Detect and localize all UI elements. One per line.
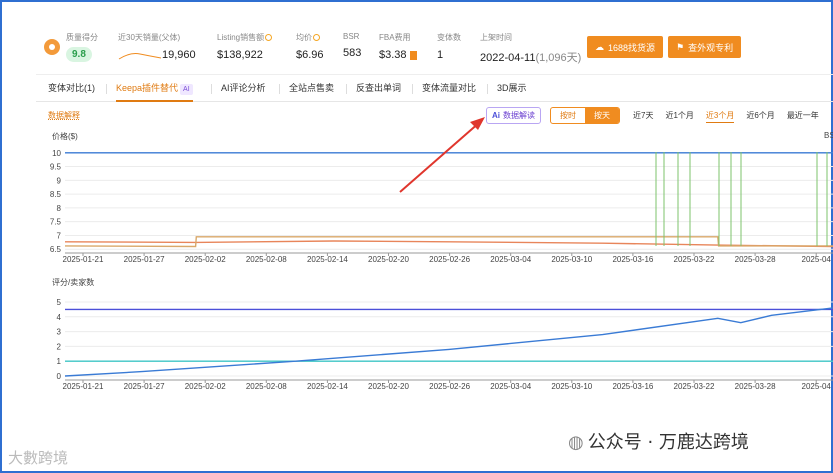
watermark-right: ◍ 公众号 · 万鹿达跨境 bbox=[568, 432, 749, 453]
chart1-xtick: 2025-03-10 bbox=[551, 255, 592, 264]
chart1-ytick: 9 bbox=[57, 176, 62, 185]
chart1-ytick: 6.5 bbox=[50, 245, 62, 254]
chart1-xtick: 2025-04 bbox=[802, 255, 832, 264]
chart2-xtick: 2025-02-02 bbox=[185, 382, 226, 391]
chart2-xtick: 2025-04 bbox=[802, 382, 832, 391]
chart1-xtick: 2025-01-21 bbox=[63, 255, 104, 264]
chart1-xtick: 2025-02-20 bbox=[368, 255, 409, 264]
chart2-series-line bbox=[64, 307, 833, 377]
chart2-ytick: 1 bbox=[57, 357, 62, 366]
chart2-xtick: 2025-03-10 bbox=[551, 382, 592, 391]
chart1-ytick: 10 bbox=[52, 149, 61, 158]
chart1-ytick: 8 bbox=[57, 204, 62, 213]
chart2-ytick: 4 bbox=[57, 313, 62, 322]
chart2-ytick: 0 bbox=[57, 372, 62, 381]
chart2-xtick: 2025-02-20 bbox=[368, 382, 409, 391]
chart2-xtick: 2025-03-22 bbox=[674, 382, 715, 391]
chart1-ytick: 8.5 bbox=[50, 190, 62, 199]
chart1-xtick: 2025-03-16 bbox=[612, 255, 653, 264]
chart1-xtick: 2025-02-14 bbox=[307, 255, 348, 264]
chart2-xtick: 2025-02-14 bbox=[307, 382, 348, 391]
chart1-ytick: 9.5 bbox=[50, 163, 62, 172]
chart1-xtick: 2025-03-28 bbox=[735, 255, 776, 264]
watermark-left: 大數跨境 bbox=[8, 449, 69, 467]
wechat-icon: ◍ bbox=[568, 432, 584, 453]
chart2-ytick: 3 bbox=[57, 328, 62, 337]
charts-svg: 6.577.588.599.5102025-01-21 2025-01-27 202… bbox=[50, 149, 833, 391]
chart2-ytick: 2 bbox=[57, 342, 62, 351]
chart2-xtick: 2025-02-08 bbox=[246, 382, 287, 391]
chart1-ytick: 7 bbox=[57, 231, 62, 240]
chart2-xtick: 2025-02-26 bbox=[429, 382, 470, 391]
chart1-xtick: 2025-03-22 bbox=[674, 255, 715, 264]
chart1-xtick: 2025-03-04 bbox=[490, 255, 531, 264]
chart2-xtick: 2025-03-04 bbox=[490, 382, 531, 391]
chart1-xtick: 2025-02-08 bbox=[246, 255, 287, 264]
chart2-xtick: 2025-03-16 bbox=[612, 382, 653, 391]
chart1-xtick: 2025-01-27 bbox=[124, 255, 165, 264]
chart2-xtick: 2025-03-28 bbox=[735, 382, 776, 391]
chart1-ytick: 7.5 bbox=[50, 218, 62, 227]
chart1-xtick: 2025-02-02 bbox=[185, 255, 226, 264]
chart2-xtick: 2025-01-27 bbox=[124, 382, 165, 391]
chart2-xtick: 2025-01-21 bbox=[63, 382, 104, 391]
chart1-xtick: 2025-02-26 bbox=[429, 255, 470, 264]
chart2-ytick: 5 bbox=[57, 298, 62, 307]
